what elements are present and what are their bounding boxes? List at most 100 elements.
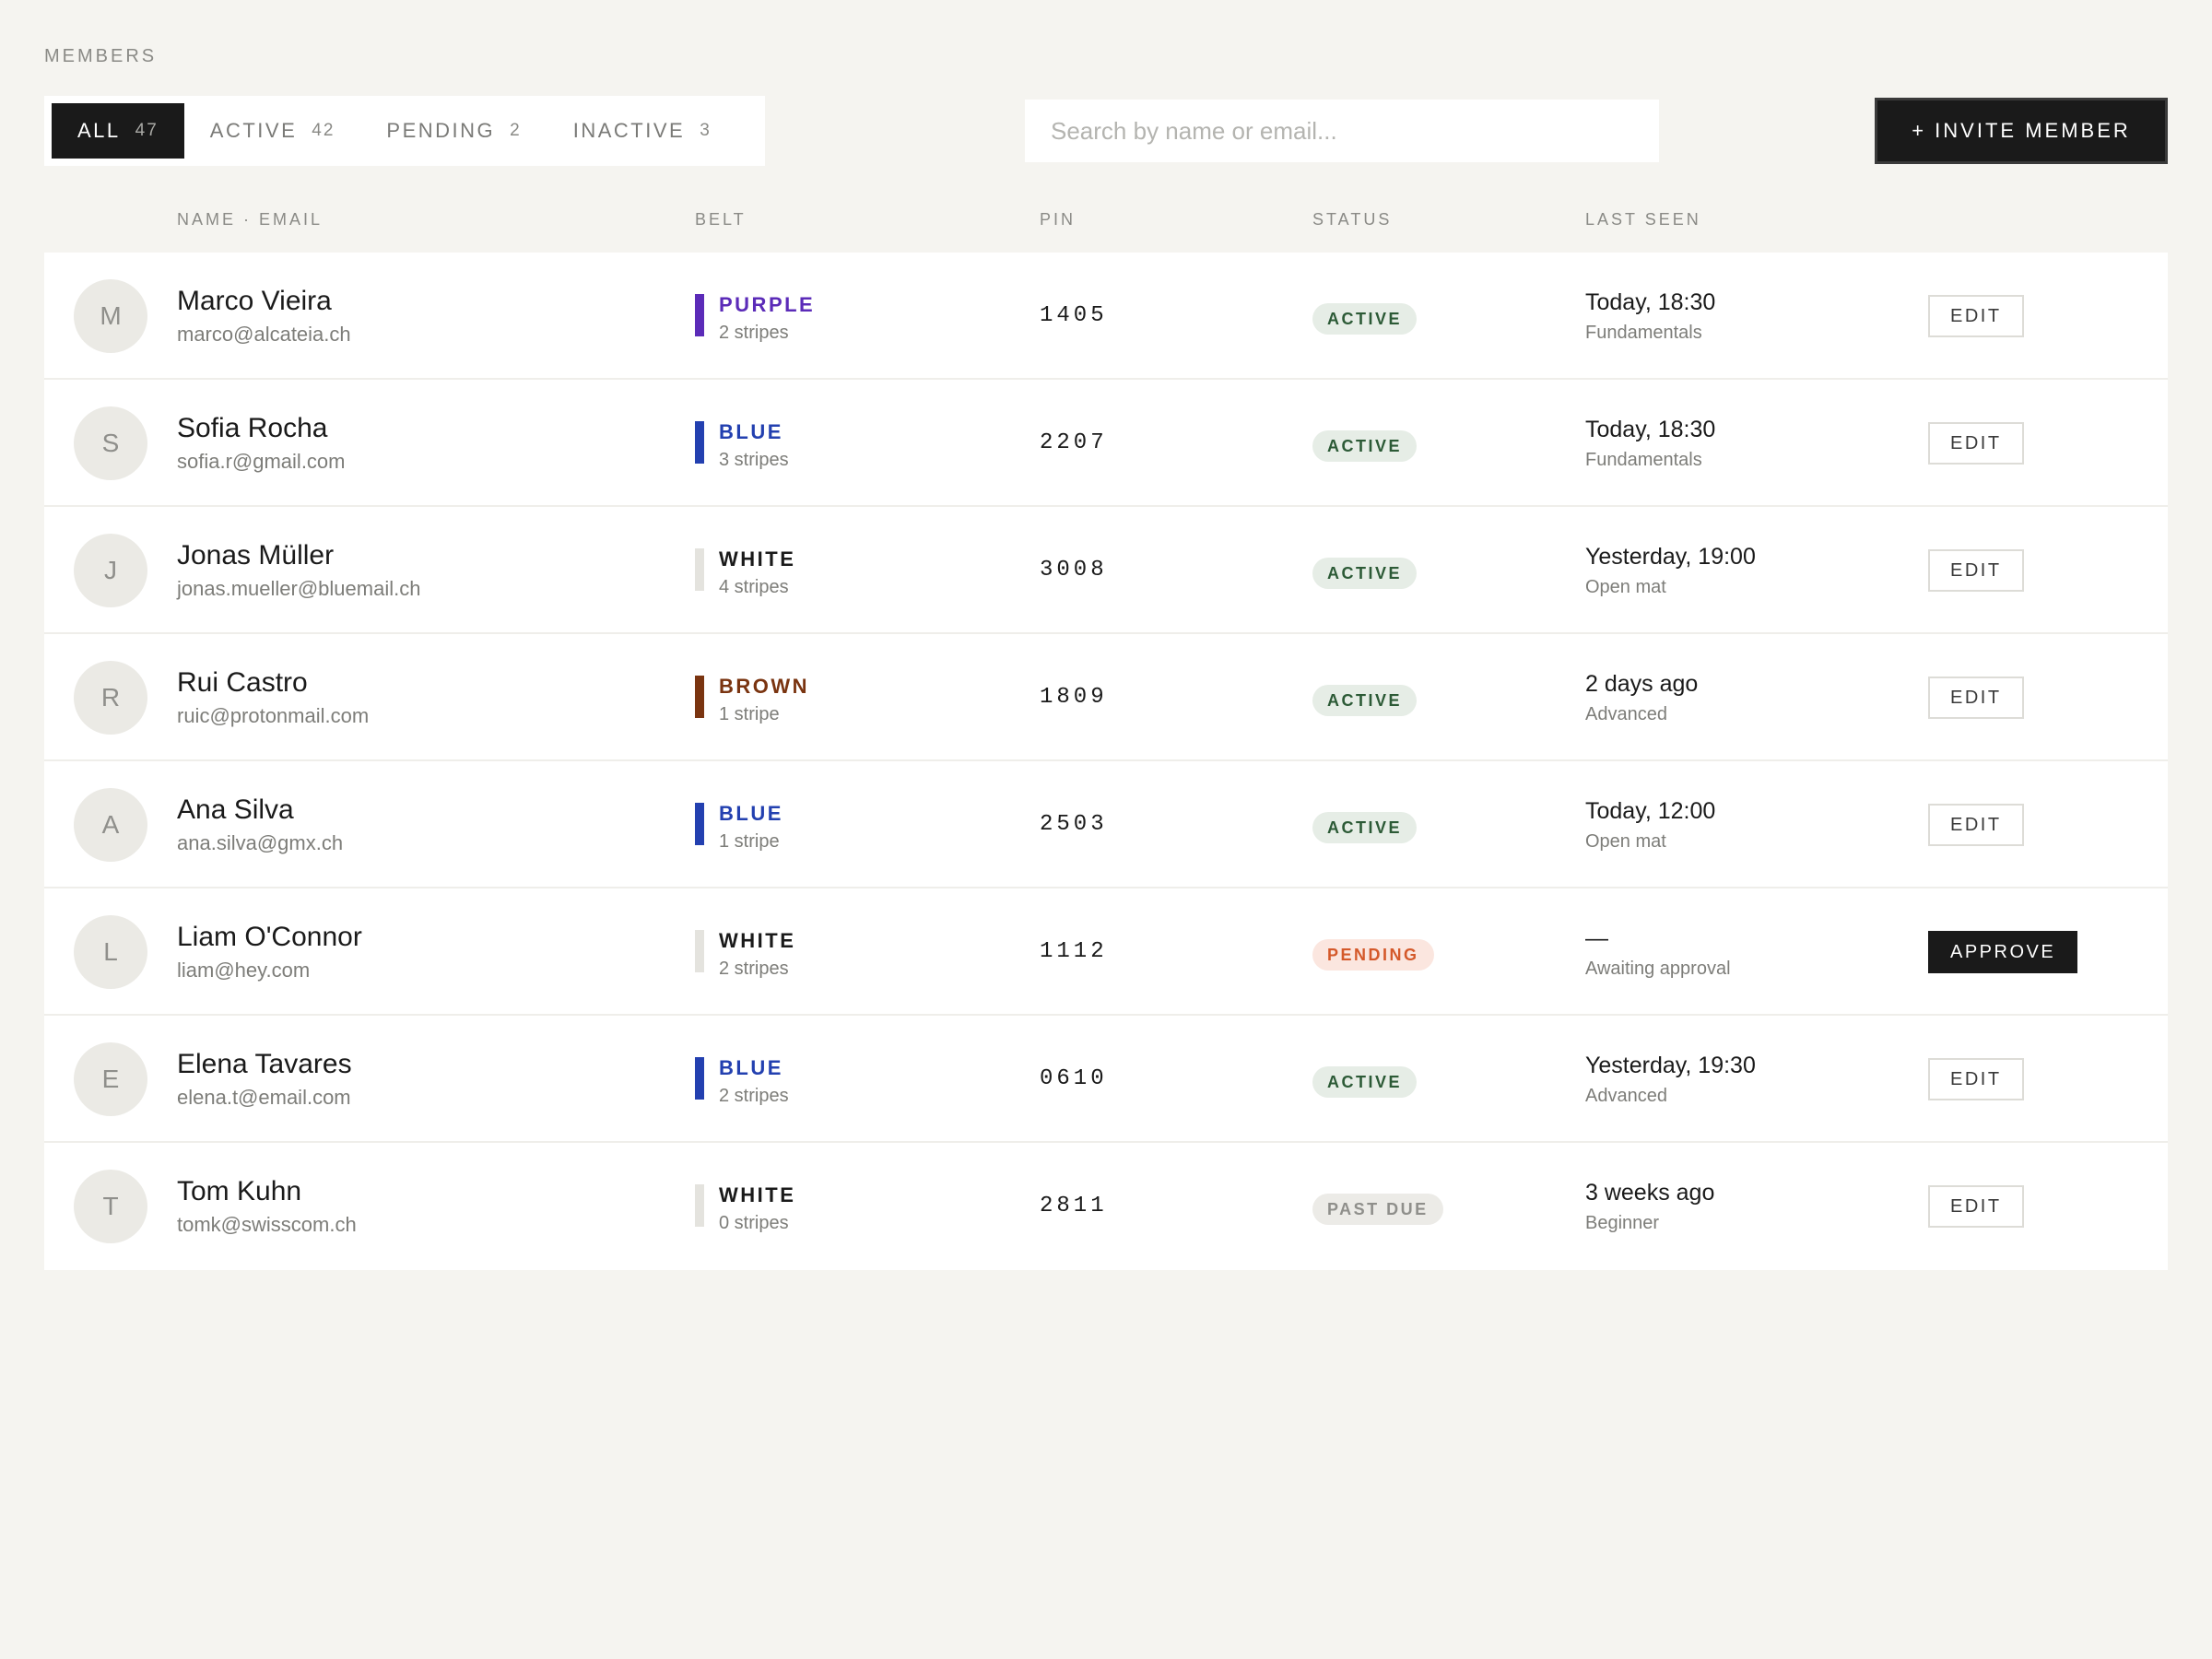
belt-stripes: 2 stripes (719, 323, 789, 343)
last-seen-time: Yesterday, 19:30 (1585, 1053, 1756, 1078)
last-seen-time: Today, 12:00 (1585, 798, 1716, 824)
belt-stripes: 2 stripes (719, 1086, 789, 1106)
edit-button[interactable]: EDIT (1928, 1058, 2024, 1100)
table-row: E Elena Tavares elena.t@email.com BLUE 2 str… (44, 1016, 2168, 1143)
approve-button[interactable]: APPROVE (1928, 931, 2078, 973)
belt-name: BROWN (719, 675, 810, 698)
last-seen-class: Fundamentals (1585, 450, 1702, 470)
last-seen-class: Fundamentals (1585, 323, 1702, 343)
tab-count: 3 (700, 121, 712, 140)
edit-button[interactable]: EDIT (1928, 295, 2024, 337)
invite-member-button[interactable]: + INVITE MEMBER (1875, 98, 2168, 164)
member-pin: 1112 (1040, 939, 1108, 964)
member-pin: 0610 (1040, 1066, 1108, 1091)
member-pin: 2503 (1040, 812, 1108, 837)
belt-color-bar (695, 421, 704, 464)
avatar: T (74, 1170, 147, 1243)
belt-stripes: 4 stripes (719, 577, 789, 597)
section-label: MEMBERS (44, 46, 158, 66)
last-seen-class: Awaiting approval (1585, 959, 1731, 979)
last-seen-class: Open mat (1585, 577, 1666, 597)
belt-color-bar (695, 294, 704, 336)
table-row: A Ana Silva ana.silva@gmx.ch BLUE 1 stripe 25… (44, 761, 2168, 888)
table-row: S Sofia Rocha sofia.r@gmail.com BLUE 3 strip… (44, 380, 2168, 507)
member-email: marco@alcateia.ch (177, 323, 351, 346)
member-email: jonas.mueller@bluemail.ch (177, 577, 421, 600)
last-seen-class: Beginner (1585, 1213, 1660, 1233)
edit-button[interactable]: EDIT (1928, 804, 2024, 846)
member-pin: 2207 (1040, 430, 1108, 455)
belt-name: BLUE (719, 802, 783, 825)
member-email: elena.t@email.com (177, 1086, 351, 1109)
member-email: tomk@swisscom.ch (177, 1213, 357, 1236)
member-email: sofia.r@gmail.com (177, 450, 346, 473)
avatar: S (74, 406, 147, 480)
tab-label: PENDING (386, 119, 496, 142)
table-row: J Jonas Müller jonas.mueller@bluemail.ch WH… (44, 507, 2168, 634)
last-seen-class: Open mat (1585, 831, 1666, 852)
filter-tabs: ALL 47 ACTIVE 42 PENDING 2 INACTIVE 3 (44, 96, 765, 166)
member-name: Liam O'Connor (177, 922, 362, 952)
belt-color-bar (695, 1184, 704, 1227)
column-header-belt: BELT (695, 210, 747, 229)
member-name: Elena Tavares (177, 1049, 352, 1079)
belt-name: BLUE (719, 420, 783, 443)
table-row: L Liam O'Connor liam@hey.com WHITE 2 stripes… (44, 888, 2168, 1016)
status-badge: ACTIVE (1312, 1066, 1418, 1098)
belt-stripes: 0 stripes (719, 1213, 789, 1233)
edit-button[interactable]: EDIT (1928, 549, 2024, 592)
search-input[interactable] (1025, 100, 1659, 162)
table-row: M Marco Vieira marco@alcateia.ch PURPLE 2 st… (44, 253, 2168, 380)
members-table: M Marco Vieira marco@alcateia.ch PURPLE 2 st… (44, 253, 2168, 1270)
belt-color-bar (695, 803, 704, 845)
status-badge: ACTIVE (1312, 812, 1418, 843)
table-row: T Tom Kuhn tomk@swisscom.ch WHITE 0 stripes 2… (44, 1143, 2168, 1270)
member-pin: 2811 (1040, 1194, 1108, 1218)
tab-label: ALL (77, 119, 121, 142)
avatar: R (74, 661, 147, 735)
member-name: Jonas Müller (177, 540, 335, 571)
belt-color-bar (695, 676, 704, 718)
last-seen-time: — (1585, 925, 1608, 951)
belt-name: WHITE (719, 929, 796, 952)
edit-button[interactable]: EDIT (1928, 677, 2024, 719)
avatar: L (74, 915, 147, 989)
edit-button[interactable]: EDIT (1928, 422, 2024, 465)
tab-pending[interactable]: PENDING 2 (360, 103, 547, 159)
member-name: Rui Castro (177, 667, 308, 698)
edit-button[interactable]: EDIT (1928, 1185, 2024, 1228)
tab-count: 42 (312, 121, 335, 140)
tab-active[interactable]: ACTIVE 42 (184, 103, 361, 159)
column-header-status: STATUS (1312, 210, 1393, 229)
status-badge: PAST DUE (1312, 1194, 1443, 1225)
column-header-pin: PIN (1040, 210, 1077, 229)
tab-inactive[interactable]: INACTIVE 3 (547, 103, 737, 159)
member-name: Tom Kuhn (177, 1176, 302, 1206)
column-headers: NAME · EMAIL BELT PIN STATUS LAST SEEN (44, 210, 2168, 232)
column-header-last-seen: LAST SEEN (1585, 210, 1701, 229)
column-header-name-email: NAME · EMAIL (177, 210, 324, 229)
status-badge: ACTIVE (1312, 430, 1418, 462)
last-seen-class: Advanced (1585, 704, 1667, 724)
tab-count: 47 (135, 121, 159, 140)
belt-color-bar (695, 930, 704, 972)
belt-name: WHITE (719, 547, 796, 571)
avatar: A (74, 788, 147, 862)
last-seen-time: Today, 18:30 (1585, 289, 1716, 315)
member-pin: 1405 (1040, 303, 1108, 328)
belt-name: BLUE (719, 1056, 783, 1079)
member-email: ruic@protonmail.com (177, 704, 370, 727)
tab-all[interactable]: ALL 47 (52, 103, 184, 159)
tab-count: 2 (510, 121, 522, 140)
member-pin: 1809 (1040, 685, 1108, 710)
status-badge: ACTIVE (1312, 558, 1418, 589)
table-row: R Rui Castro ruic@protonmail.com BROWN 1 str… (44, 634, 2168, 761)
avatar: E (74, 1042, 147, 1116)
last-seen-time: 3 weeks ago (1585, 1180, 1715, 1206)
last-seen-time: 2 days ago (1585, 671, 1699, 697)
belt-stripes: 3 stripes (719, 450, 789, 470)
tab-label: ACTIVE (209, 119, 298, 142)
avatar: J (74, 534, 147, 607)
tab-label: INACTIVE (572, 119, 686, 142)
last-seen-time: Today, 18:30 (1585, 417, 1716, 442)
